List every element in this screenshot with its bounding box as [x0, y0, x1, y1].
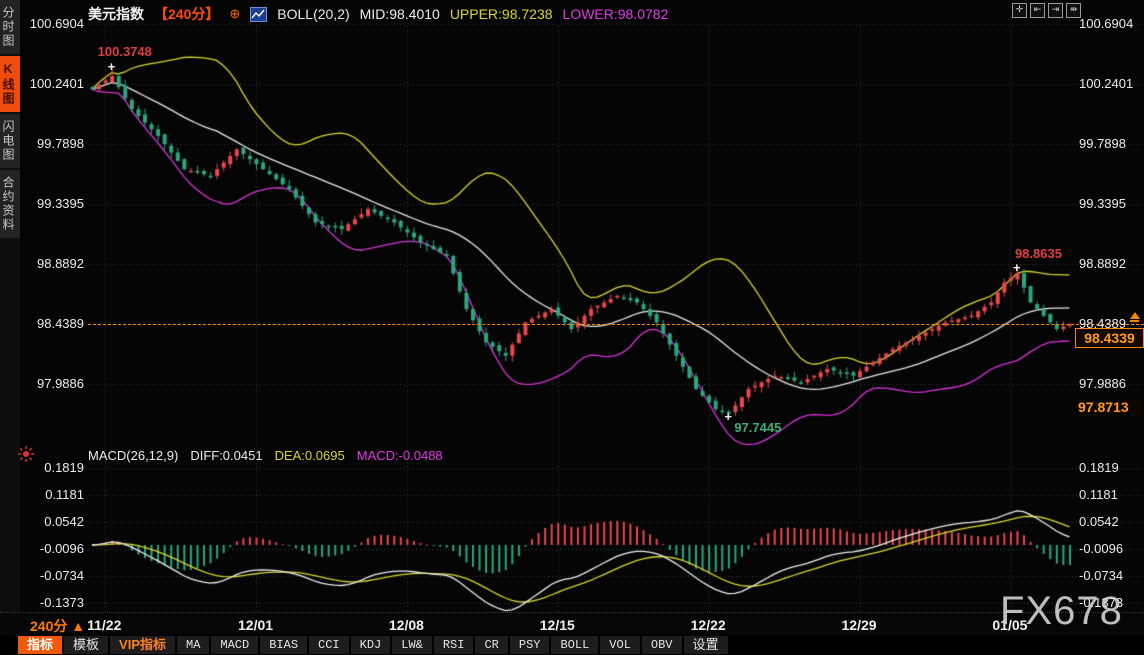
chart-application: 分时图 K线图 闪电图 合约资料 美元指数 【240分】 ⊕ BOLL(20,2… — [0, 0, 1144, 655]
toolbar-bias-button[interactable]: BIAS — [260, 636, 307, 654]
recent-high-label: 98.8635 — [1015, 246, 1062, 261]
macd-axis-label-right: 0.1819 — [1079, 460, 1143, 475]
chart-header: 美元指数 【240分】 ⊕ BOLL(20,2) MID:98.4010 UPP… — [88, 4, 668, 24]
sidebar-tab-contract-info[interactable]: 合约资料 — [0, 170, 20, 238]
toolbar-obv-button[interactable]: OBV — [642, 636, 682, 654]
toolbar-indicator-button[interactable]: 指标 — [18, 636, 62, 654]
main-axis-label-right: 99.3395 — [1079, 196, 1143, 211]
main-axis-label-right: 99.7898 — [1079, 136, 1143, 151]
period-label[interactable]: 【240分】 — [154, 4, 219, 24]
macd-axis-label-right: -0.0734 — [1079, 568, 1143, 583]
toolbar-boll-button[interactable]: BOLL — [551, 636, 598, 654]
toolbar-cr-button[interactable]: CR — [475, 636, 507, 654]
indicator-settings-icon[interactable] — [18, 446, 34, 467]
move-icon[interactable]: ✛ — [1012, 3, 1027, 18]
chart-canvas[interactable] — [0, 0, 1144, 655]
date-label: 12/08 — [389, 617, 424, 633]
main-axis-label-left: 100.2401 — [24, 76, 84, 91]
main-axis-label-left: 99.7898 — [24, 136, 84, 151]
main-axis-label-left: 99.3395 — [24, 196, 84, 211]
sidebar-tab-lightning[interactable]: 闪电图 — [0, 114, 20, 168]
toolbar-template-button[interactable]: 模板 — [64, 636, 108, 654]
low-cross-marker: + — [724, 413, 732, 421]
macd-axis-label-left: -0.1373 — [24, 595, 84, 610]
swing-high-label: 100.3748 — [98, 44, 152, 59]
zoom-out-x-icon[interactable]: ⇤ — [1030, 3, 1045, 18]
main-axis-label-left: 97.9886 — [24, 376, 84, 391]
macd-axis-label-left: 0.1181 — [24, 487, 84, 502]
chart-tool-icons: ✛ ⇤ ⇥ ⇻ — [1012, 3, 1081, 18]
price-up-arrow-icon — [1129, 312, 1140, 322]
date-label: 11/22 — [87, 617, 121, 633]
x-axis-row: 240分 ▲ 11/2212/0112/0812/1512/2212/2901/… — [0, 612, 1144, 636]
toolbar-settings-button[interactable]: 设置 — [684, 636, 728, 654]
recent-high-cross-marker: + — [1013, 264, 1021, 272]
date-label: 12/01 — [238, 617, 273, 633]
toolbar-vip-indicator-button[interactable]: VIP指标 — [110, 636, 175, 654]
main-axis-label-left: 98.8892 — [24, 256, 84, 271]
macd-axis-label-right: -0.0096 — [1079, 541, 1143, 556]
indicator-toolbar: 指标 模板 VIP指标 MA MACD BIAS CCI KDJ LW& RSI… — [0, 635, 1144, 655]
macd-diff-value: DIFF:0.0451 — [190, 448, 262, 463]
boll-upper-value: UPPER:98.7238 — [450, 6, 553, 22]
high-cross-marker: + — [108, 63, 116, 71]
toolbar-ma-button[interactable]: MA — [177, 636, 209, 654]
boll-lower-value: LOWER:98.0782 — [563, 6, 669, 22]
macd-axis-label-right: 0.1181 — [1079, 487, 1143, 502]
macd-name[interactable]: MACD(26,12,9) — [88, 448, 178, 463]
main-axis-label-left: 100.6904 — [24, 16, 84, 31]
macd-dea-value: DEA:0.0695 — [275, 448, 345, 463]
main-axis-label-right: 97.9886 — [1079, 376, 1143, 391]
main-axis-label-left: 98.4389 — [24, 316, 84, 331]
last-price-tag: 98.4339 — [1075, 328, 1144, 348]
macd-axis-label-left: -0.0734 — [24, 568, 84, 583]
watermark: FX678 — [1000, 589, 1123, 634]
main-axis-label-right: 98.8892 — [1079, 256, 1143, 271]
toolbar-psy-button[interactable]: PSY — [510, 636, 550, 654]
toolbar-kdj-button[interactable]: KDJ — [351, 636, 391, 654]
boll-mid-value: MID:98.4010 — [360, 6, 440, 22]
macd-header: MACD(26,12,9) DIFF:0.0451 DEA:0.0695 MAC… — [88, 448, 443, 463]
sidebar-tab-timeline[interactable]: 分时图 — [0, 0, 20, 54]
toolbar-cci-button[interactable]: CCI — [309, 636, 349, 654]
date-label: 12/15 — [540, 617, 575, 633]
macd-axis-label-left: -0.0096 — [24, 541, 84, 556]
add-indicator-icon[interactable]: ⊕ — [229, 6, 240, 22]
symbol-name: 美元指数 — [88, 4, 144, 24]
toolbar-lw-button[interactable]: LW& — [392, 636, 432, 654]
macd-axis-label-left: 0.0542 — [24, 514, 84, 529]
zoom-in-x-icon[interactable]: ⇥ — [1048, 3, 1063, 18]
timeframe-selector[interactable]: 240分 ▲ — [30, 616, 85, 636]
chart-type-sidebar: 分时图 K线图 闪电图 合约资料 — [0, 0, 20, 612]
swing-low-label: 97.7445 — [734, 420, 781, 435]
scroll-latest-icon[interactable]: ⇻ — [1066, 3, 1081, 18]
macd-axis-label-right: 0.0542 — [1079, 514, 1143, 529]
last-price-dashed-line — [88, 324, 1144, 325]
main-axis-label-right: 100.2401 — [1079, 76, 1143, 91]
main-axis-label-right: 100.6904 — [1079, 16, 1143, 31]
dropdown-arrow-icon: ▲ — [71, 618, 85, 634]
toolbar-vol-button[interactable]: VOL — [600, 636, 640, 654]
boll-label[interactable]: BOLL(20,2) — [277, 6, 349, 22]
date-label: 12/22 — [691, 617, 726, 633]
secondary-price-tag: 97.8713 — [1078, 399, 1142, 416]
sidebar-tab-kline[interactable]: K线图 — [0, 56, 20, 112]
date-label: 12/29 — [842, 617, 877, 633]
macd-hist-value: MACD:-0.0488 — [357, 448, 443, 463]
chart-style-icon[interactable] — [250, 7, 267, 22]
toolbar-rsi-button[interactable]: RSI — [434, 636, 474, 654]
toolbar-macd-button[interactable]: MACD — [211, 636, 258, 654]
